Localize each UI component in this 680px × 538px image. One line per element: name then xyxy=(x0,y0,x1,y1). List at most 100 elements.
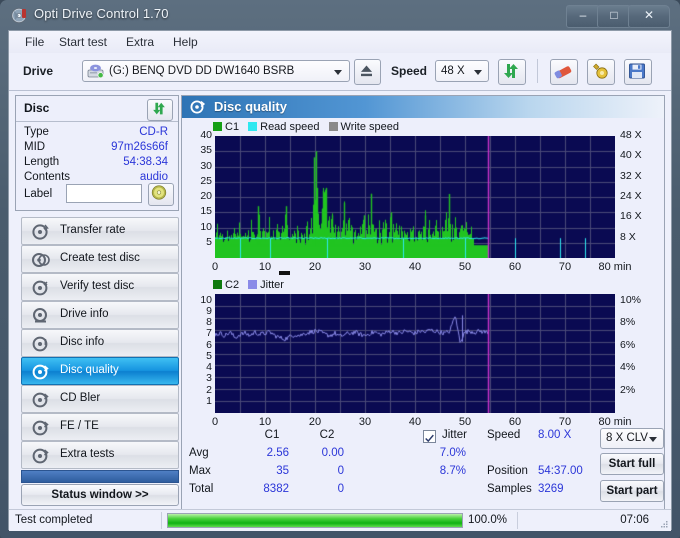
close-icon: ✕ xyxy=(643,8,655,22)
toolbar-divider xyxy=(537,59,538,83)
sidebar-item-disc-info[interactable]: Disc info xyxy=(21,329,179,357)
legend-label-write-speed: Write speed xyxy=(340,121,400,133)
sidebar-item-disc-quality[interactable]: Disc quality xyxy=(21,357,179,385)
status-divider xyxy=(517,512,518,529)
axis-tick-label: 10 xyxy=(258,261,272,273)
start-part-button[interactable]: Start part xyxy=(600,480,664,502)
app-window: Opti Drive Control 1.70 – □ ✕ File Start… xyxy=(0,0,680,538)
axis-tick-label: 8% xyxy=(620,316,636,329)
refresh-drive-button[interactable] xyxy=(498,59,526,85)
start-full-button[interactable]: Start full xyxy=(600,453,664,475)
axis-tick-label: 20 xyxy=(308,261,322,273)
save-button[interactable] xyxy=(624,59,652,85)
jitter-checkbox[interactable] xyxy=(423,430,436,443)
axis-tick-label: 2% xyxy=(620,383,636,396)
legend-swatch-c2 xyxy=(213,280,222,289)
panel-title: Disc quality xyxy=(214,99,287,114)
axis-tick-label: 7 xyxy=(206,327,212,340)
disc-label-key: Label xyxy=(24,188,53,200)
stats-row-max: Max xyxy=(189,465,211,477)
axis-tick-label: 2 xyxy=(206,383,212,396)
settings-button[interactable] xyxy=(587,59,615,85)
sidebar-item-cd-bler[interactable]: CD Bler xyxy=(21,385,179,413)
menu-bar: File Start test Extra Help xyxy=(9,31,671,54)
axis-tick-label: 80 min xyxy=(598,416,632,428)
axis-tick-label: 35 xyxy=(200,144,212,157)
stats-header-c2: C2 xyxy=(319,429,335,441)
sidebar-item-label: Create test disc xyxy=(60,252,140,264)
sidebar-item-drive-info[interactable]: Drive info xyxy=(21,301,179,329)
disc-quality-icon xyxy=(32,364,49,380)
axis-tick-label: 20 xyxy=(308,416,322,428)
stats-c2-avg: 0.00 xyxy=(321,447,344,459)
sidebar-item-fe-te[interactable]: FE / TE xyxy=(21,413,179,441)
minimize-icon: – xyxy=(579,8,587,22)
maximize-button[interactable]: □ xyxy=(597,5,631,28)
axis-tick-label: 30 xyxy=(358,416,372,428)
legend-label-c2: C2 xyxy=(225,279,240,291)
axis-tick-label: 48 X xyxy=(620,129,642,141)
chart2-legend: C2 Jitter xyxy=(213,279,284,291)
axis-tick-label: 32 X xyxy=(620,169,642,182)
sidebar-item-extra-tests[interactable]: Extra tests xyxy=(21,441,179,469)
close-button[interactable]: ✕ xyxy=(628,5,670,28)
menu-help[interactable]: Help xyxy=(167,34,204,50)
legend-swatch-write-speed xyxy=(328,122,338,131)
disc-refresh-button[interactable] xyxy=(147,99,173,121)
drive-icon xyxy=(87,64,104,79)
progress-percent: 100.0% xyxy=(468,514,508,526)
settings-icon xyxy=(593,63,608,79)
disc-label-apply-button[interactable] xyxy=(148,183,174,206)
sidebar-item-verify-test-disc[interactable]: Verify test disc xyxy=(21,273,179,301)
legend-swatch-read-speed xyxy=(248,122,258,131)
status-message: Test completed xyxy=(15,514,93,526)
disc-quality-icon xyxy=(190,100,206,114)
drive-select[interactable]: (G:) BENQ DVD DD DW1640 BSRB xyxy=(82,60,350,82)
axis-tick-label: 20 xyxy=(200,190,212,202)
axis-tick-label: 4 xyxy=(206,361,212,374)
disc-label-row: Label xyxy=(24,183,174,206)
cd-icon xyxy=(151,185,167,200)
disc-panel-title: Disc xyxy=(24,101,50,115)
axis-tick-label: 80 min xyxy=(598,261,632,273)
disc-create-icon xyxy=(32,253,50,267)
stats-c1-avg: 2.56 xyxy=(266,447,289,459)
maximize-icon: □ xyxy=(610,8,618,22)
axis-tick-label: 8 X xyxy=(620,230,636,243)
eject-icon xyxy=(361,65,372,77)
axis-tick-label: 60 xyxy=(508,261,522,273)
status-bar: Test completed 100.0% 07:06 xyxy=(9,509,671,531)
stats-jitter-max: 8.7% xyxy=(439,465,466,477)
c2-jitter-chart-plot[interactable] xyxy=(215,294,615,413)
disc-label-input[interactable] xyxy=(66,184,142,203)
axis-tick-label: 4% xyxy=(620,361,636,374)
sidebar-item-create-test-disc[interactable]: Create test disc xyxy=(21,245,179,273)
resize-grip-icon[interactable] xyxy=(659,521,668,529)
write-mode-select[interactable]: 8 X CLV xyxy=(600,428,664,449)
erase-button[interactable] xyxy=(550,59,578,85)
stats-speed-label: Speed xyxy=(487,429,521,441)
axis-tick-label: 6 xyxy=(206,338,212,351)
disc-value: audio xyxy=(139,171,168,183)
legend-label-read-speed: Read speed xyxy=(260,121,320,133)
stats-row-avg: Avg xyxy=(189,447,209,459)
speed-label: Speed xyxy=(391,64,428,78)
menu-extra[interactable]: Extra xyxy=(120,34,160,50)
sidebar: Disc Type CD-R MID 97m26s66f Length 54:3… xyxy=(15,95,179,510)
menu-file[interactable]: File xyxy=(19,34,50,50)
disc-icon xyxy=(11,7,27,24)
sidebar-item-transfer-rate[interactable]: Transfer rate xyxy=(21,217,179,245)
minimize-button[interactable]: – xyxy=(566,5,600,28)
menu-start-test[interactable]: Start test xyxy=(53,34,113,50)
status-window-button[interactable]: Status window >> xyxy=(21,484,179,506)
speed-select[interactable]: 48 X xyxy=(435,60,489,82)
axis-tick-label: 30 xyxy=(358,261,372,273)
axis-tick-label: 10 xyxy=(258,416,272,428)
stats-c1-max: 35 xyxy=(276,465,289,477)
c1-chart-plot[interactable] xyxy=(215,136,615,258)
drive-label: Drive xyxy=(23,64,54,78)
axis-tick-label: 50 xyxy=(458,261,472,273)
stats-c1-total: 8382 xyxy=(263,483,289,495)
eject-button[interactable] xyxy=(354,59,381,85)
stats-speed-value: 8.00 X xyxy=(538,429,572,441)
